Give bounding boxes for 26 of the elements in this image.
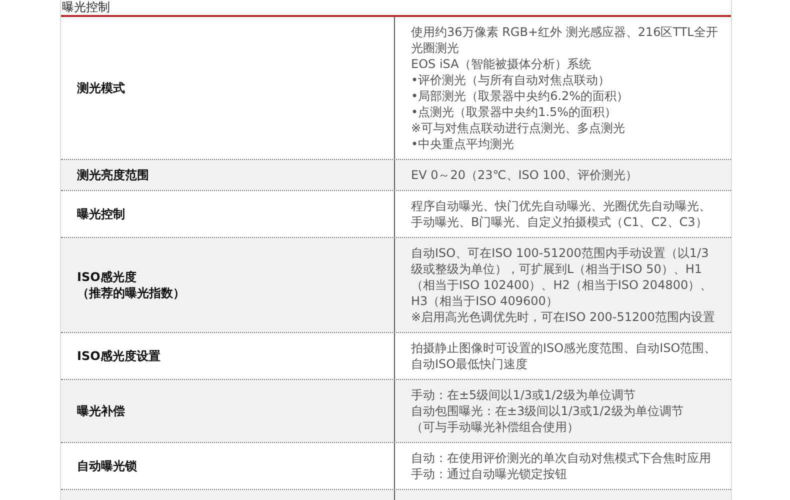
spec-text: 手动：在±5级间以1/3或1/2级为单位调节 <box>411 387 636 403</box>
spec-text: ※启用高光色调优先时，可在ISO 200-51200范围内设置 <box>411 309 716 325</box>
spec-text: •评价测光（与所有自动对焦点联动） <box>411 72 612 88</box>
spec-label: 自动曝光锁 <box>77 458 138 474</box>
spec-label: （推荐的曝光指数） <box>77 285 186 301</box>
spec-text: 拍摄静止图像时可设置的ISO感光度范围、自动ISO范围、自动ISO最低快门速度 <box>411 340 718 372</box>
spec-label: ISO感光度设置 <box>77 348 162 364</box>
spec-text: •点测光（取景器中央约1.5%的面积） <box>411 104 618 120</box>
spec-text: 使用约36万像素 RGB+红外 测光感应器、216区TTL全开光圈测光 <box>411 24 719 56</box>
spec-text: EV 0～20（23℃、ISO 100、评价测光） <box>411 167 639 183</box>
section-title: 曝光控制 <box>62 0 110 15</box>
spec-text: 手动：通过自动曝光锁定按钮 <box>411 466 568 482</box>
spec-label: 曝光补偿 <box>77 403 126 419</box>
spec-label: 曝光控制 <box>77 206 126 222</box>
spec-text: 程序自动曝光、快门优先自动曝光、光圈优先自动曝光、手动曝光、B门曝光、自定义拍摄模式（C1、C2、C3） <box>411 198 712 230</box>
spec-label: 测光模式 <box>77 80 126 96</box>
spec-text: 自动包围曝光：在±3级间以1/3或1/2级为单位调节 <box>411 403 684 419</box>
spec-text: •局部测光（取景器中央约6.2%的面积） <box>411 88 630 104</box>
spec-text: ※可与对焦点联动进行点测光、多点测光 <box>411 120 626 136</box>
spec-text: 自动：在使用评价测光的单次自动对焦模式下合焦时应用 <box>411 450 712 466</box>
spec-label: ISO感光度 <box>77 269 138 285</box>
spec-text: 自动ISO、可在ISO 100-51200范围内手动设置（以1/3级或整级为单位），可扩展到L（相当于ISO 50）、H1（相当于ISO 102400）、H2（相当于ISO 204800）、H3（相当于ISO 409600） <box>411 245 714 309</box>
spec-label: 测光亮度范围 <box>77 167 150 183</box>
spec-text: （可与手动曝光补偿组合使用） <box>411 419 580 435</box>
spec-text: EOS iSA（智能被摄体分析）系统 <box>411 56 592 72</box>
spec-text: •中央重点平均测光 <box>411 136 516 152</box>
